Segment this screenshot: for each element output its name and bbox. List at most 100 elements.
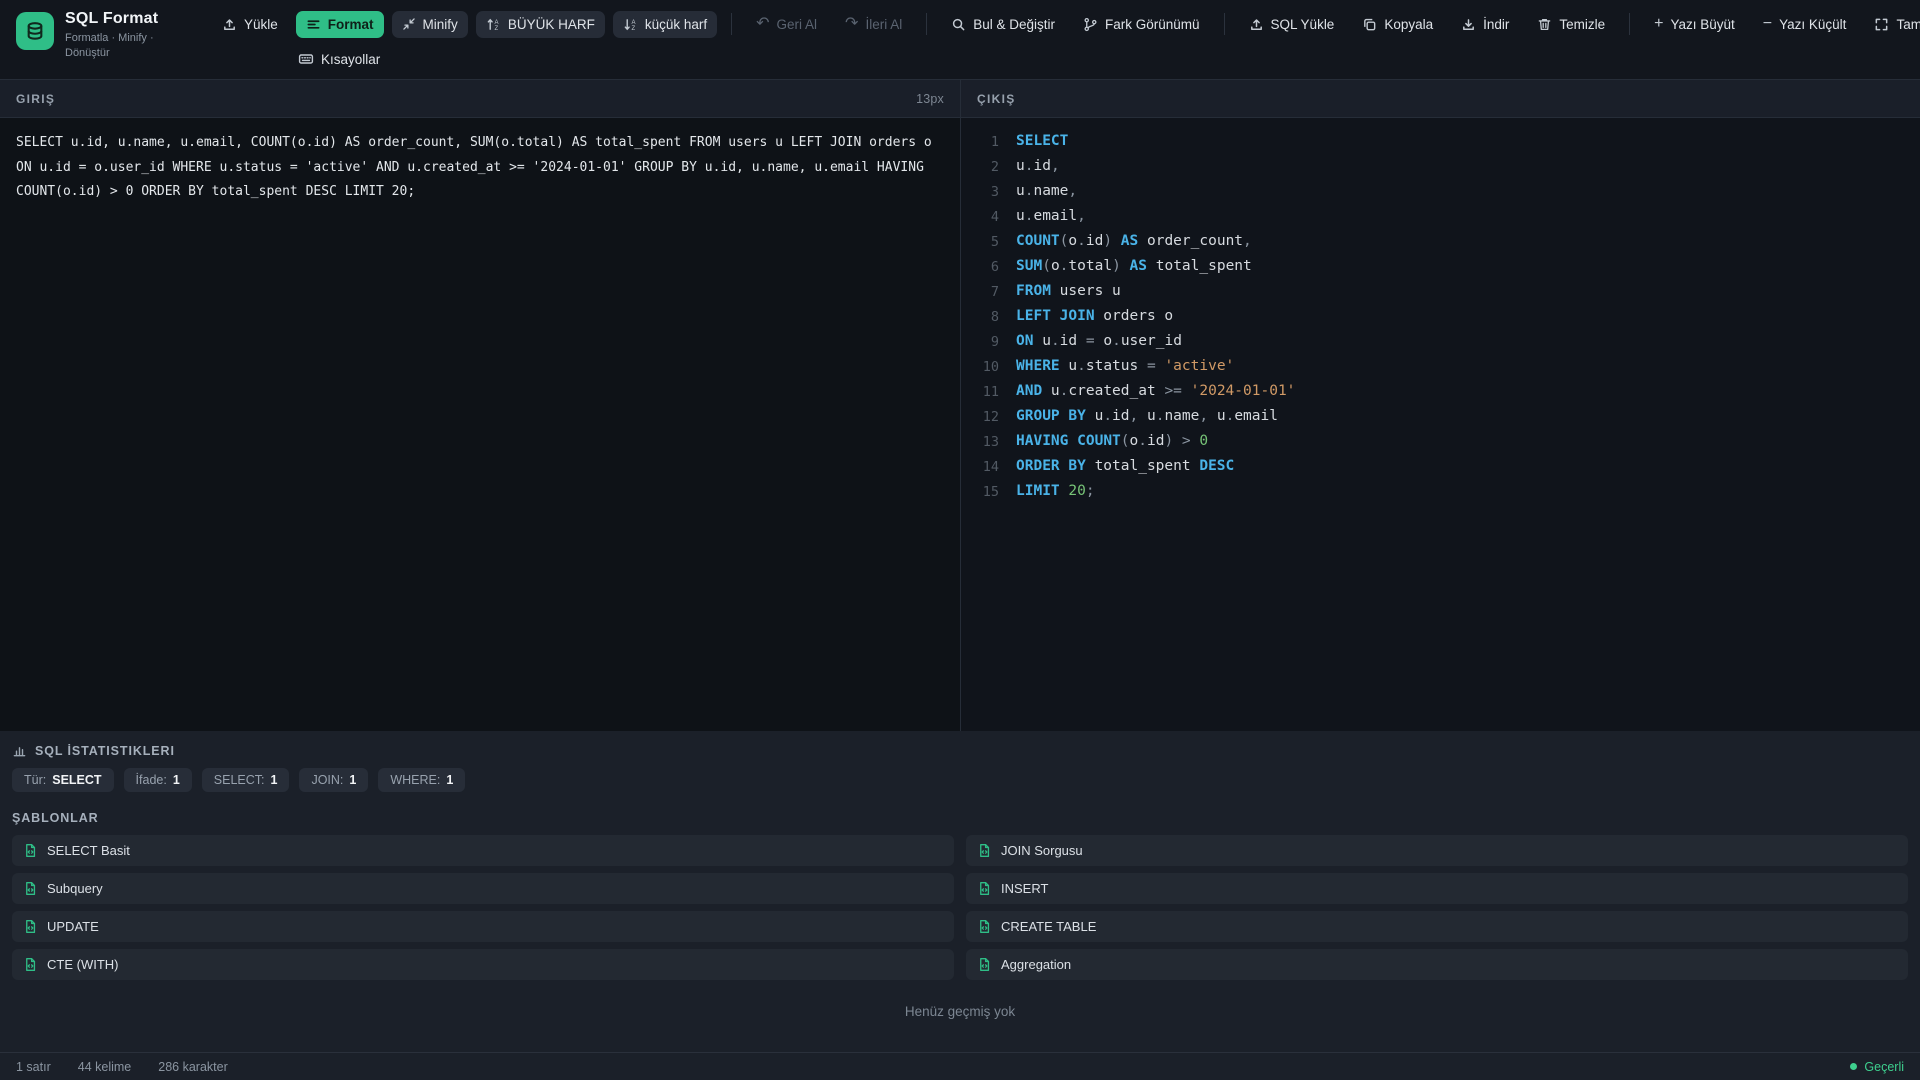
line-number: 12	[982, 409, 999, 425]
template-button[interactable]: CREATE TABLE	[966, 911, 1908, 942]
sql-file-icon	[977, 957, 992, 972]
sql-file-icon	[23, 881, 38, 896]
database-icon	[24, 20, 46, 42]
sql-file-icon	[977, 881, 992, 896]
line-number: 7	[990, 284, 999, 300]
brand: SQL Format Formatla · Minify · Dönüştür	[16, 10, 212, 73]
load-sql-button[interactable]: SQL Yükle	[1239, 11, 1345, 38]
upload-button[interactable]: Yükle	[212, 11, 288, 38]
sql-file-icon	[977, 843, 992, 858]
sql-file-icon	[23, 843, 38, 858]
code-line: 12 GROUP BY u.id, u.name, u.email	[961, 404, 1920, 429]
download-button[interactable]: İndir	[1451, 11, 1519, 38]
line-number: 1	[990, 134, 999, 150]
download-icon	[1461, 17, 1476, 32]
code-line: 5 COUNT(o.id) AS order_count,	[961, 229, 1920, 254]
input-editor-area: SELECT u.id, u.name, u.email, COUNT(o.id…	[0, 118, 960, 731]
code-text: GROUP BY u.id, u.name, u.email	[1016, 408, 1278, 424]
template-button[interactable]: SELECT Basit	[12, 835, 954, 866]
code-text: SELECT	[1016, 133, 1069, 149]
code-text: LEFT JOIN orders o	[1016, 308, 1174, 324]
toolbar-separator	[1223, 13, 1225, 35]
code-line: 3 u.name,	[961, 179, 1920, 204]
code-text: SUM(o.total) AS total_spent	[1016, 258, 1252, 274]
line-number: 4	[990, 209, 999, 225]
app-header: SQL Format Formatla · Minify · Dönüştür …	[0, 0, 1920, 79]
stats-header: SQL İSTATISTIKLERI	[12, 743, 1908, 758]
redo-button[interactable]: ↷ İleri Al	[835, 10, 912, 38]
code-text: u.id,	[1016, 158, 1060, 174]
line-number: 11	[982, 384, 999, 400]
code-line: 8 LEFT JOIN orders o	[961, 304, 1920, 329]
stat-badge: İfade: 1	[123, 768, 192, 792]
status-label: Geçerli	[1864, 1059, 1904, 1074]
toolbar-separator	[731, 13, 733, 35]
bottom-section: SQL İSTATISTIKLERI Tür: SELECT İfade: 1 SELE…	[0, 731, 1920, 1052]
code-text: LIMIT 20;	[1016, 483, 1095, 499]
diff-branch-icon	[1083, 17, 1098, 32]
code-text: u.email,	[1016, 208, 1086, 224]
stat-badge-label: Tür:	[24, 773, 47, 787]
copy-button[interactable]: Kopyala	[1352, 11, 1443, 38]
svg-text:Z: Z	[631, 26, 635, 32]
code-line: 14 ORDER BY total_spent DESC	[961, 454, 1920, 479]
find-replace-button[interactable]: Bul & Değiştir	[941, 11, 1065, 38]
stat-badge: WHERE: 1	[378, 768, 466, 792]
sort-az-down-icon: AZ	[623, 17, 638, 32]
fullscreen-button[interactable]: Tam Ekran	[1864, 11, 1920, 38]
templates-title: ŞABLONLAR	[12, 811, 99, 825]
code-line: 15 LIMIT 20;	[961, 479, 1920, 504]
minify-icon	[402, 17, 416, 31]
code-line: 13 HAVING COUNT(o.id) > 0	[961, 429, 1920, 454]
status-bar-counts: 1 satır 44 kelime 286 karakter	[16, 1060, 228, 1074]
font-size-label: 13px	[916, 91, 944, 106]
template-button[interactable]: CTE (WITH)	[12, 949, 954, 980]
template-button[interactable]: Subquery	[12, 873, 954, 904]
line-number: 8	[990, 309, 999, 325]
format-button[interactable]: Format	[295, 10, 384, 38]
bar-chart-icon	[12, 743, 27, 758]
line-count: 1 satır	[16, 1059, 51, 1074]
minify-button[interactable]: Minify	[391, 10, 468, 38]
char-count: 286 karakter	[158, 1059, 228, 1074]
diff-view-button[interactable]: Fark Görünümü	[1073, 11, 1210, 38]
stats-badges: Tür: SELECT İfade: 1 SELECT: 1 JOIN: 1 WHERE: 1	[12, 768, 1908, 792]
template-button[interactable]: Aggregation	[966, 949, 1908, 980]
sql-file-icon	[23, 919, 38, 934]
line-number: 9	[990, 334, 999, 350]
line-number: 14	[982, 459, 999, 475]
stat-badge-value: 1	[349, 773, 357, 787]
keyboard-icon	[298, 51, 314, 67]
stat-badge-value: SELECT	[52, 773, 102, 787]
search-icon	[951, 17, 966, 32]
font-increase-button[interactable]: + Yazı Büyüt	[1644, 10, 1745, 38]
font-decrease-button[interactable]: − Yazı Küçült	[1753, 10, 1857, 38]
undo-button[interactable]: ↶ Geri Al	[746, 10, 827, 38]
code-text: AND u.created_at >= '2024-01-01'	[1016, 383, 1296, 399]
stat-badge-label: WHERE:	[390, 773, 441, 787]
template-button[interactable]: INSERT	[966, 873, 1908, 904]
shortcuts-button[interactable]: Kısayollar	[288, 45, 390, 73]
toolbar-separator	[926, 13, 928, 35]
minus-icon: −	[1762, 15, 1773, 32]
stat-badge: SELECT: 1	[201, 768, 290, 792]
code-line: 9 ON u.id = o.user_id	[961, 329, 1920, 354]
template-button[interactable]: UPDATE	[12, 911, 954, 942]
stat-badge-value: 1	[446, 773, 454, 787]
uppercase-button[interactable]: AZ BÜYÜK HARF	[475, 10, 605, 38]
template-button[interactable]: JOIN Sorgusu	[966, 835, 1908, 866]
code-line: 11 AND u.created_at >= '2024-01-01'	[961, 379, 1920, 404]
code-line: 2 u.id,	[961, 154, 1920, 179]
line-number: 6	[990, 259, 999, 275]
clear-button[interactable]: Temizle	[1527, 11, 1615, 38]
lowercase-button[interactable]: AZ küçük harf	[612, 10, 718, 38]
sort-az-up-icon: AZ	[486, 17, 501, 32]
template-label: Subquery	[47, 881, 103, 896]
input-panel-title: GIRIŞ	[16, 91, 56, 106]
code-line: 10 WHERE u.status = 'active'	[961, 354, 1920, 379]
trash-icon	[1537, 17, 1552, 32]
validity-status: Geçerli	[1850, 1060, 1904, 1074]
status-dot	[1850, 1063, 1858, 1070]
sql-input-editor[interactable]: SELECT u.id, u.name, u.email, COUNT(o.id…	[0, 118, 960, 731]
copy-icon	[1362, 17, 1377, 32]
